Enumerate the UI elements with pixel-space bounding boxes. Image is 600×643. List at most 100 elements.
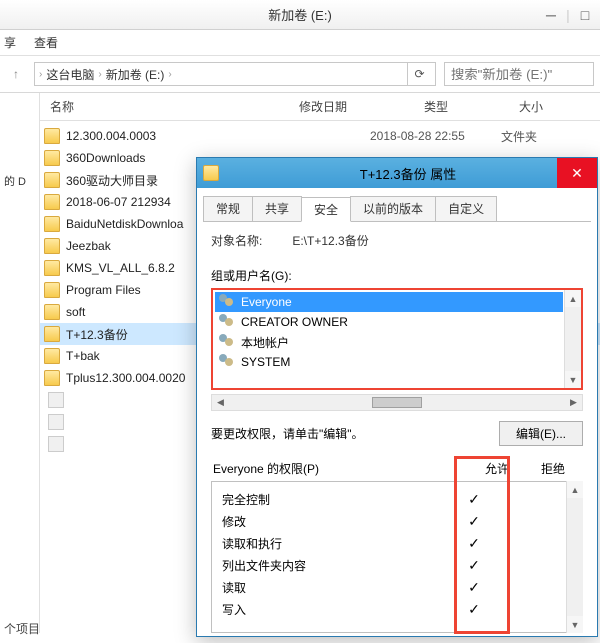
folder-icon [44, 370, 60, 386]
scroll-down-icon[interactable]: ▼ [567, 616, 583, 633]
scroll-thumb[interactable] [372, 397, 422, 408]
edit-button[interactable]: 编辑(E)... [499, 421, 583, 446]
close-button[interactable]: ✕ [557, 158, 597, 188]
col-modified[interactable]: 修改日期 [299, 98, 424, 115]
nav-pane: 的 D [0, 93, 40, 633]
chevron-right-icon: › [98, 69, 101, 80]
scrollbar-vertical[interactable]: ▲ ▼ [566, 481, 583, 633]
edit-row: 要更改权限，请单击"编辑"。 编辑(E)... [211, 421, 583, 446]
allow-check: ✓ [446, 535, 502, 552]
allow-header: 允许 [469, 460, 525, 477]
permission-name: 完全控制 [222, 491, 446, 508]
scroll-up-icon[interactable]: ▲ [567, 481, 583, 498]
scroll-left-icon[interactable]: ◀ [212, 397, 229, 408]
folder-icon [44, 194, 60, 210]
list-item[interactable]: 12.300.004.0003 2018-08-28 22:55 文件夹 [40, 125, 600, 147]
scroll-right-icon[interactable]: ▶ [565, 397, 582, 408]
group-name: 本地帐户 [241, 334, 289, 351]
folder-icon [44, 216, 60, 232]
users-icon [219, 354, 235, 370]
permission-row: 读取 ✓ [222, 576, 558, 598]
status-bar: 个项目 [4, 620, 40, 637]
scrollbar-horizontal[interactable]: ◀ ▶ [211, 394, 583, 411]
group-name: CREATOR OWNER [241, 315, 348, 329]
refresh-icon[interactable]: ⟳ [407, 63, 431, 85]
permission-row: 列出文件夹内容 ✓ [222, 554, 558, 576]
col-size[interactable]: 大小 [519, 98, 579, 115]
breadcrumb-volume[interactable]: 新加卷 (E:) [106, 66, 165, 83]
users-icon [219, 294, 235, 310]
deny-header: 拒绝 [525, 460, 581, 477]
minimize-button[interactable]: ─ [536, 7, 566, 23]
col-type[interactable]: 类型 [424, 98, 519, 115]
window-title: 新加卷 (E:) [0, 5, 600, 24]
group-item[interactable]: CREATOR OWNER [215, 312, 563, 332]
folder-icon [44, 282, 60, 298]
explorer-titlebar[interactable]: 新加卷 (E:) ─ | □ [0, 0, 600, 30]
folder-icon [44, 150, 60, 166]
allow-check: ✓ [446, 513, 502, 530]
users-icon [219, 334, 235, 350]
file-date: 2018-08-28 22:55 [370, 129, 495, 143]
tabs-row: 常规 共享 安全 以前的版本 自定义 [203, 196, 591, 222]
allow-check: ✓ [446, 601, 502, 618]
scrollbar-vertical[interactable]: ▲ ▼ [564, 290, 581, 388]
tab-general[interactable]: 常规 [203, 196, 253, 221]
window-controls: ─ | □ [536, 0, 600, 30]
permission-name: 读取 [222, 579, 446, 596]
allow-check: ✓ [446, 579, 502, 596]
permission-name: 修改 [222, 513, 446, 530]
permission-name: 读取和执行 [222, 535, 446, 552]
file-type: 文件夹 [501, 128, 596, 145]
object-name-value: E:\T+12.3备份 [292, 232, 368, 249]
ribbon-tabs: 享 查看 [0, 30, 600, 56]
group-item[interactable]: 本地帐户 [215, 332, 563, 352]
tab-previous[interactable]: 以前的版本 [350, 196, 436, 221]
permission-row: 写入 ✓ [222, 598, 558, 620]
folder-icon [44, 304, 60, 320]
tab-security[interactable]: 安全 [301, 197, 351, 222]
permissions-list: 完全控制 ✓ 修改 ✓ 读取和执行 ✓ 列出文件夹内容 ✓ 读取 ✓ 写入 ✓ … [211, 481, 583, 633]
scroll-up-icon[interactable]: ▲ [565, 290, 581, 307]
chevron-right-icon: › [168, 69, 171, 80]
address-bar-row: ↑ › 这台电脑 › 新加卷 (E:) › ⟳ [0, 56, 600, 93]
permissions-for-label: Everyone 的权限(P) [213, 460, 469, 477]
folder-icon [44, 260, 60, 276]
group-item[interactable]: SYSTEM [215, 352, 563, 372]
maximize-button[interactable]: □ [570, 7, 600, 23]
dialog-titlebar[interactable]: T+12.3备份 属性 ✕ [197, 158, 597, 188]
folder-icon [44, 326, 60, 342]
object-name-row: 对象名称: E:\T+12.3备份 [211, 232, 583, 249]
folder-icon [44, 128, 60, 144]
dialog-title: T+12.3备份 属性 [225, 164, 591, 183]
object-name-label: 对象名称: [211, 232, 262, 249]
group-name: Everyone [241, 295, 292, 309]
groups-list: Everyone CREATOR OWNER 本地帐户 SYSTEM ▲ ▼ [211, 288, 583, 390]
breadcrumb[interactable]: › 这台电脑 › 新加卷 (E:) › ⟳ [34, 62, 436, 86]
search-input[interactable] [444, 62, 594, 86]
permission-name: 写入 [222, 601, 446, 618]
permission-row: 修改 ✓ [222, 510, 558, 532]
permission-row: 完全控制 ✓ [222, 488, 558, 510]
tab-share[interactable]: 共享 [252, 196, 302, 221]
groups-label: 组或用户名(G): [211, 267, 583, 284]
nav-up-icon[interactable]: ↑ [6, 64, 26, 84]
file-icon [48, 436, 64, 452]
ribbon-share-tab[interactable]: 享 [4, 34, 16, 51]
column-headers: 名称 修改日期 类型 大小 [40, 93, 600, 121]
file-icon [48, 392, 64, 408]
permissions-header: Everyone 的权限(P) 允许 拒绝 [211, 460, 583, 481]
group-name: SYSTEM [241, 355, 290, 369]
ribbon-view-tab[interactable]: 查看 [34, 34, 58, 51]
tab-custom[interactable]: 自定义 [435, 196, 497, 221]
col-name[interactable]: 名称 [44, 98, 299, 115]
chevron-right-icon: › [39, 69, 42, 80]
group-item[interactable]: Everyone [215, 292, 563, 312]
sidebar-label: 的 D [4, 173, 35, 189]
scroll-down-icon[interactable]: ▼ [565, 371, 581, 388]
tab-content: 对象名称: E:\T+12.3备份 组或用户名(G): Everyone CREA… [197, 222, 597, 643]
breadcrumb-pc[interactable]: 这台电脑 [46, 66, 94, 83]
folder-icon [44, 238, 60, 254]
allow-check: ✓ [446, 491, 502, 508]
allow-check: ✓ [446, 557, 502, 574]
